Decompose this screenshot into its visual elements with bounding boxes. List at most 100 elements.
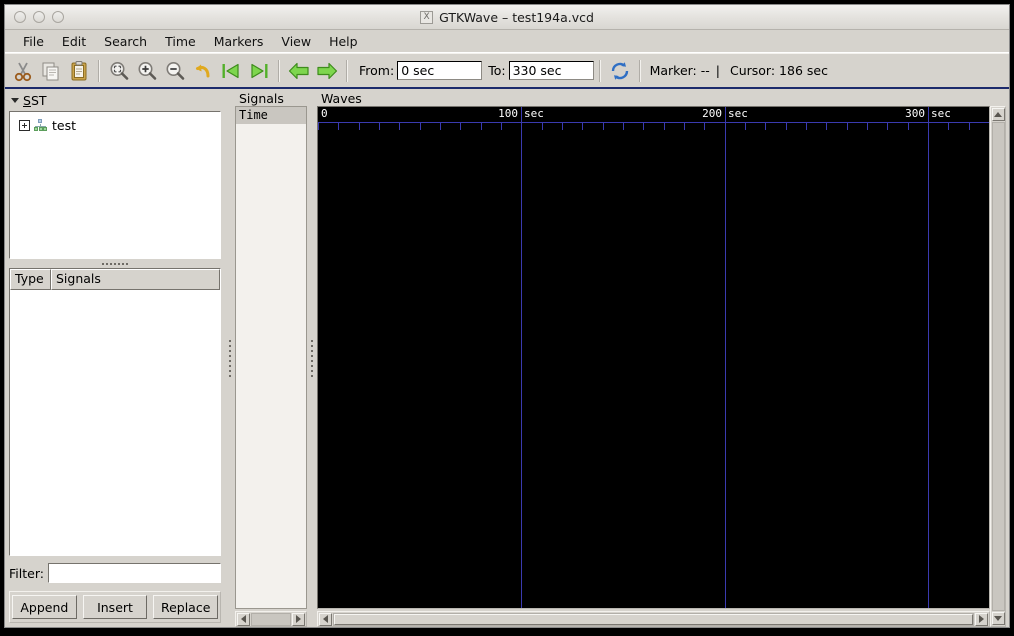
zoom-undo-button[interactable] — [189, 56, 217, 86]
arrow-left-icon — [241, 615, 246, 623]
ruler-unit-label: sec — [524, 107, 544, 120]
arrow-up-icon — [994, 112, 1002, 117]
wave-scroll-up-button[interactable] — [991, 108, 1005, 121]
scroll-left-button[interactable] — [237, 612, 250, 626]
menu-item-file[interactable]: File — [14, 32, 53, 51]
ruler-tick — [379, 123, 380, 130]
signal-row-time[interactable]: Time — [236, 107, 306, 124]
waves-inner: 0 100 sec 200 sec 300 sec — [317, 106, 1006, 627]
wave-vscroll-trough[interactable] — [991, 122, 1005, 611]
sst-tree[interactable]: test — [9, 111, 221, 259]
zoom-in-button[interactable] — [133, 56, 161, 86]
menu-item-search[interactable]: Search — [95, 32, 156, 51]
cut-button[interactable] — [9, 56, 37, 86]
toolbar-separator-2 — [278, 59, 280, 82]
reload-button[interactable] — [606, 56, 634, 86]
menu-item-markers[interactable]: Markers — [205, 32, 273, 51]
go-to-end-button[interactable] — [245, 56, 273, 86]
signals-horizontal-scrollbar[interactable] — [235, 611, 307, 627]
signals-pane: Signals Time — [235, 89, 307, 627]
ruler-origin-label: 0 — [321, 107, 328, 120]
append-button[interactable]: Append — [12, 595, 77, 619]
chevron-down-icon[interactable] — [11, 97, 19, 103]
ruler-tick — [359, 123, 360, 130]
paste-button[interactable] — [65, 56, 93, 86]
ruler-tick-label: 200 — [702, 107, 722, 120]
to-input[interactable] — [508, 61, 594, 80]
filter-input[interactable] — [47, 563, 221, 583]
toolbar: From: To: Marker: -- | Cursor: 186 sec — [5, 53, 1009, 89]
ruler-tick — [643, 123, 644, 130]
menu-item-edit[interactable]: Edit — [53, 32, 95, 51]
signal-table[interactable]: Type Signals — [9, 268, 221, 556]
menu-item-view[interactable]: View — [272, 32, 320, 51]
waves-horizontal-scrollbar[interactable] — [317, 611, 990, 627]
ruler-tick — [948, 123, 949, 130]
window-maximize-button[interactable] — [52, 11, 64, 23]
expand-plus-icon[interactable] — [19, 119, 30, 131]
hierarchy-icon — [33, 119, 47, 131]
arrow-right-icon — [296, 615, 301, 623]
ruler-tick — [969, 123, 970, 130]
zoom-out-button[interactable] — [161, 56, 189, 86]
filter-label: Filter: — [9, 565, 44, 581]
ruler-tick — [867, 123, 868, 130]
wave-scroll-left-button[interactable] — [319, 612, 332, 626]
arrow-right-icon — [979, 615, 984, 623]
go-to-start-button[interactable] — [217, 56, 245, 86]
tree-row[interactable]: test — [13, 117, 217, 133]
wave-scroll-thumb[interactable] — [334, 613, 973, 625]
sst-mnemonic: S — [23, 92, 31, 108]
left-pane: SST test Type Signals Filter: Append Ins… — [5, 89, 225, 627]
window-minimize-button[interactable] — [33, 11, 45, 23]
ruler-tick — [501, 123, 502, 130]
zoom-fit-button[interactable] — [105, 56, 133, 86]
sst-header[interactable]: SST — [9, 92, 221, 108]
marker-status: Marker: -- — [649, 63, 710, 78]
column-header-signals[interactable]: Signals — [51, 269, 220, 290]
wave-scroll-right-button[interactable] — [975, 612, 988, 626]
insert-button[interactable]: Insert — [82, 595, 148, 619]
title-wrap: X GTKWave – test194a.vcd — [5, 10, 1009, 25]
menu-item-help[interactable]: Help — [320, 32, 367, 51]
application-window: X GTKWave – test194a.vcd File Edit Searc… — [4, 4, 1010, 628]
menu-item-time[interactable]: Time — [156, 32, 205, 51]
ruler-tick — [481, 123, 482, 130]
vertical-pane-splitter-left[interactable] — [225, 89, 235, 627]
wave-canvas[interactable]: 0 100 sec 200 sec 300 sec — [317, 106, 990, 609]
ruler-baseline — [318, 122, 989, 123]
ruler-tick — [786, 123, 787, 130]
zoom-in-icon — [136, 60, 158, 82]
window-close-button[interactable] — [14, 11, 26, 23]
copy-button[interactable] — [37, 56, 65, 86]
ruler-tick — [684, 123, 685, 130]
forward-button[interactable] — [313, 56, 341, 86]
ruler-tick — [908, 123, 909, 130]
ruler-tick — [440, 123, 441, 130]
grid-line — [928, 107, 929, 608]
signal-table-rows[interactable] — [10, 290, 220, 555]
window-title: GTKWave – test194a.vcd — [439, 9, 594, 25]
from-input[interactable] — [397, 61, 483, 80]
back-button[interactable] — [285, 56, 313, 86]
tree-item-label[interactable]: test — [50, 118, 76, 133]
sst-label-rest: ST — [30, 92, 47, 108]
scroll-right-button[interactable] — [292, 612, 305, 626]
ruler-tick — [318, 123, 319, 130]
wave-scroll-down-button[interactable] — [991, 612, 1005, 625]
vertical-pane-splitter-right[interactable] — [307, 89, 317, 627]
waves-vertical-scrollbar[interactable] — [990, 106, 1006, 627]
window-buttons — [5, 11, 64, 23]
filter-row: Filter: — [9, 562, 221, 584]
column-header-type[interactable]: Type — [10, 269, 51, 290]
toolbar-separator-4 — [598, 59, 601, 82]
to-label: To: — [488, 63, 506, 78]
wave-scroll-trough[interactable] — [333, 612, 974, 626]
signals-scroll-trough[interactable] — [251, 612, 291, 626]
signal-name-list[interactable]: Time — [236, 107, 306, 608]
ruler-tick-label: 100 — [498, 107, 518, 120]
replace-button[interactable]: Replace — [153, 595, 219, 619]
horizontal-pane-splitter[interactable] — [9, 259, 221, 268]
copy-icon — [40, 60, 62, 82]
time-ruler[interactable]: 0 100 sec 200 sec 300 sec — [318, 107, 989, 123]
